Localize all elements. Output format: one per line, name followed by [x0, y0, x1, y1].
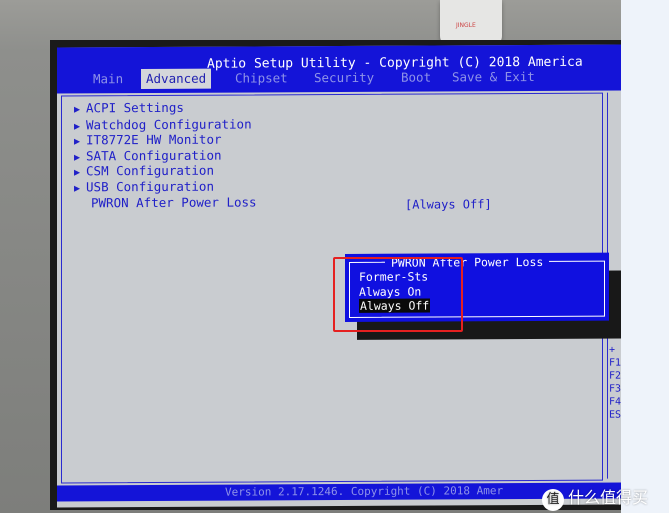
menu-item-sata[interactable]: ▶ SATA Configuration — [74, 148, 222, 164]
menu-item-label: IT8772E HW Monitor — [86, 131, 222, 148]
title-bar: Aptio Setup Utility - Copyright (C) 2018… — [57, 44, 621, 94]
tab-chipset[interactable]: Chipset — [235, 70, 288, 85]
version-text: Version 2.17.1246. Copyright (C) 2018 Am… — [225, 484, 504, 499]
submenu-arrow-icon: ▶ — [74, 152, 81, 164]
watermark-logo: 值 — [542, 489, 564, 511]
menu-item-csm[interactable]: ▶ CSM Configuration — [74, 163, 214, 179]
help-key: ES — [609, 409, 621, 421]
tab-security[interactable]: Security — [314, 70, 374, 85]
help-key: F3 — [609, 383, 621, 395]
footer-bar: Version 2.17.1246. Copyright (C) 2018 Am… — [57, 482, 621, 502]
menu-item-label: Watchdog Configuration — [86, 116, 252, 133]
menu-item-acpi[interactable]: ▶ ACPI Settings — [74, 100, 184, 116]
submenu-arrow-icon: ▶ — [74, 121, 81, 133]
pwron-value[interactable]: [Always Off] — [405, 197, 492, 211]
watermark: 值什么值得买 — [542, 484, 648, 511]
device-label: JINGLE — [456, 22, 476, 29]
submenu-arrow-icon: ▶ — [74, 104, 81, 116]
highlight-annotation — [333, 257, 463, 332]
tab-advanced[interactable]: Advanced — [141, 68, 212, 90]
watermark-text: 什么值得买 — [568, 488, 649, 507]
menu-item-label: SATA Configuration — [86, 147, 222, 164]
menu-item-watchdog[interactable]: ▶ Watchdog Configuration — [74, 116, 252, 132]
submenu-arrow-icon: ▶ — [74, 136, 81, 148]
tab-main[interactable]: Main — [93, 71, 123, 86]
tab-boot[interactable]: Boot — [401, 70, 431, 85]
menu-item-label: ACPI Settings — [86, 99, 184, 116]
help-key: F2 — [609, 370, 621, 382]
photo: JINGLE Aptio Setup Utility - Copyright (… — [0, 0, 621, 513]
tab-save-exit[interactable]: Save & Exit — [452, 69, 535, 84]
help-key: F1 — [609, 357, 621, 369]
menu-item-label: CSM Configuration — [86, 162, 214, 179]
submenu-arrow-icon: ▶ — [74, 167, 81, 179]
menu-item-pwron[interactable]: PWRON After Power Loss — [91, 194, 257, 210]
submenu-arrow-icon: ▶ — [74, 183, 81, 195]
help-key: + — [609, 344, 616, 356]
help-key: F4 — [609, 396, 621, 408]
menu-item-usb[interactable]: ▶ USB Configuration — [74, 179, 214, 195]
menu-item-hw-monitor[interactable]: ▶ IT8772E HW Monitor — [74, 132, 222, 148]
menu-item-label: USB Configuration — [86, 178, 214, 195]
